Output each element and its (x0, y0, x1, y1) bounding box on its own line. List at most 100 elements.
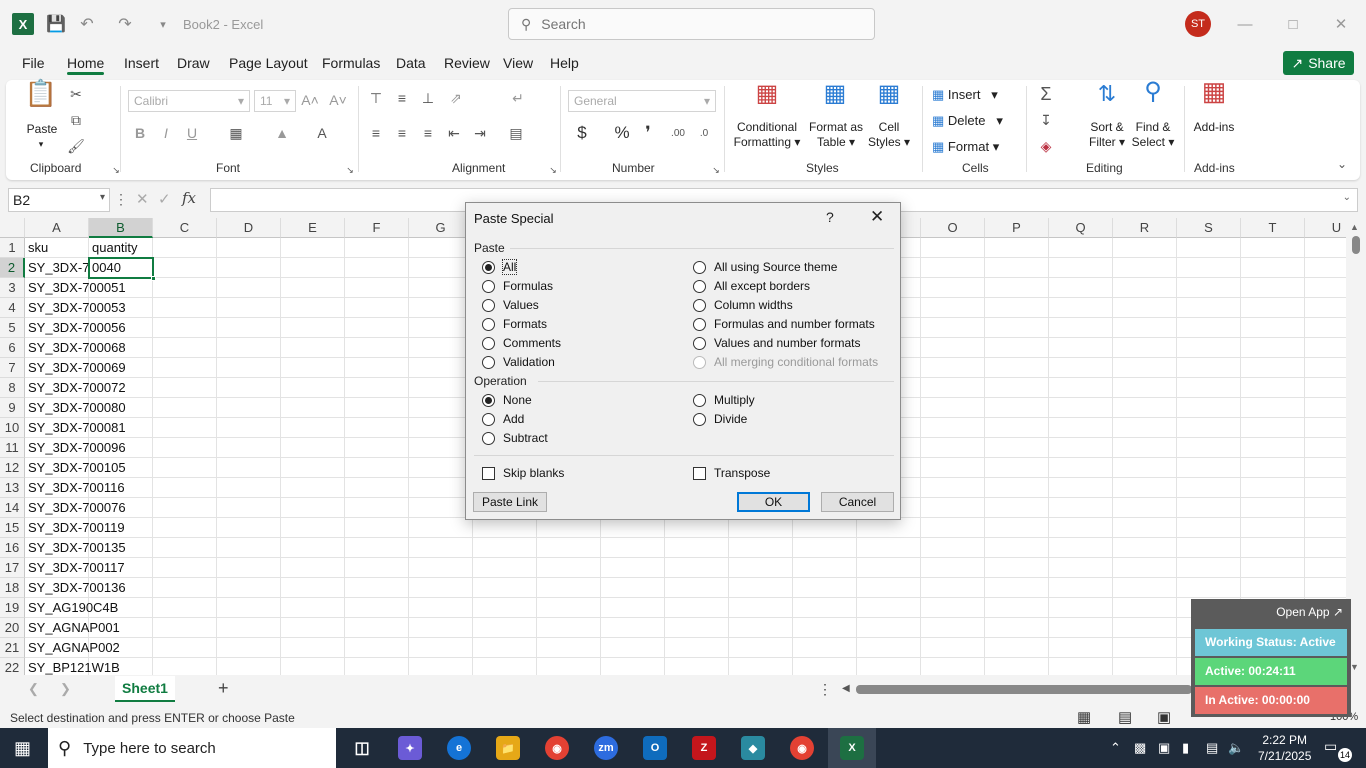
excel-taskbar-icon[interactable]: X (840, 736, 864, 760)
column-header-e[interactable]: E (281, 218, 345, 238)
decrease-indent-icon[interactable]: ⇤ (444, 123, 464, 143)
row-header[interactable]: 18 (0, 578, 25, 598)
cell-a5[interactable]: SY_3DX-700056 (25, 318, 126, 338)
select-all-corner[interactable] (0, 218, 25, 238)
cell-a13[interactable]: SY_3DX-700116 (25, 478, 125, 498)
format-as-table-button[interactable]: Format as Table ▾ (806, 120, 866, 150)
radio-validation[interactable]: Validation (482, 355, 555, 369)
radio-formulas[interactable]: Formulas (482, 279, 553, 293)
font-color-icon[interactable]: A (312, 123, 332, 143)
decrease-decimal-icon[interactable]: .0 (694, 123, 714, 143)
column-header-t[interactable]: T (1241, 218, 1305, 238)
copilot-icon[interactable]: ✦ (398, 736, 422, 760)
row-header[interactable]: 17 (0, 558, 25, 578)
sheet-tab-sheet1[interactable]: Sheet1 (115, 676, 175, 702)
middle-align-icon[interactable]: ≡ (392, 88, 412, 108)
tab-draw[interactable]: Draw (177, 55, 210, 71)
cell-a16[interactable]: SY_3DX-700135 (25, 538, 126, 558)
redo-icon[interactable]: ↷ (114, 13, 136, 35)
row-header[interactable]: 16 (0, 538, 25, 558)
number-launcher-icon[interactable]: ↘ (706, 160, 726, 180)
row-header[interactable]: 19 (0, 598, 25, 618)
row-header[interactable]: 14 (0, 498, 25, 518)
taskbar-search[interactable]: ⚲ Type here to search (48, 728, 336, 768)
radio-column-widths[interactable]: Column widths (693, 298, 793, 312)
app-icon[interactable]: ◆ (741, 736, 765, 760)
clipboard-launcher-icon[interactable]: ↘ (106, 160, 126, 180)
row-header[interactable]: 10 (0, 418, 25, 438)
radio-values-and-number-formats[interactable]: Values and number formats (693, 336, 861, 350)
open-app-link[interactable]: Open App ↗ (1276, 605, 1343, 619)
tab-home[interactable]: Home (67, 55, 104, 71)
chrome-profile-icon[interactable]: ◉ (790, 736, 814, 760)
customize-qat-icon[interactable]: ▾ (152, 13, 174, 35)
format-cells-button[interactable]: ▦ Format ▾ (932, 139, 999, 154)
cell-a18[interactable]: SY_3DX-700136 (25, 578, 126, 598)
font-name-select[interactable]: Calibri ▾ (128, 90, 250, 112)
cell-a7[interactable]: SY_3DX-700069 (25, 358, 126, 378)
windows-start-icon[interactable]: ▦ (14, 738, 31, 759)
cell-a3[interactable]: SY_3DX-700051 (25, 278, 126, 298)
row-header[interactable]: 3 (0, 278, 25, 298)
cancel-button[interactable]: Cancel (821, 492, 894, 512)
radio-all-except-borders[interactable]: All except borders (693, 279, 810, 293)
column-header-p[interactable]: P (985, 218, 1049, 238)
tab-options-icon[interactable]: ⋮ (818, 681, 832, 698)
expand-formula-icon[interactable]: ⌄ (1343, 192, 1351, 203)
horizontal-scroll-thumb[interactable] (856, 685, 1192, 694)
row-header[interactable]: 11 (0, 438, 25, 458)
tray-overflow-icon[interactable]: ⌃ (1110, 740, 1121, 756)
addins-button[interactable]: Add-ins (1188, 120, 1240, 135)
radio-formulas-and-number-formats[interactable]: Formulas and number formats (693, 317, 875, 331)
cell-a19[interactable]: SY_AG190C4B (25, 598, 118, 618)
radio-multiply[interactable]: Multiply (693, 393, 755, 407)
tab-data[interactable]: Data (396, 55, 426, 71)
vertical-scroll-thumb[interactable] (1352, 236, 1360, 254)
outlook-icon[interactable]: O (643, 736, 667, 760)
row-header[interactable]: 7 (0, 358, 25, 378)
scroll-up-icon[interactable]: ▲ (1350, 222, 1359, 232)
cell-a14[interactable]: SY_3DX-700076 (25, 498, 126, 518)
tab-view[interactable]: View (503, 55, 533, 71)
undo-icon[interactable]: ↶ (76, 13, 98, 35)
number-format-select[interactable]: General ▾ (568, 90, 716, 112)
page-layout-view-icon[interactable]: ▤ (1118, 708, 1132, 726)
fill-handle[interactable] (151, 276, 156, 281)
paste-icon[interactable]: 📋 (24, 80, 58, 122)
formula-bar-options-icon[interactable]: ⋮ (114, 191, 128, 208)
radio-all-using-source-theme[interactable]: All using Source theme (693, 260, 837, 274)
transpose-checkbox[interactable]: Transpose (693, 466, 770, 480)
scroll-left-icon[interactable]: ◀ (842, 683, 850, 694)
radio-none[interactable]: None (482, 393, 532, 407)
column-header-c[interactable]: C (153, 218, 217, 238)
column-header-f[interactable]: F (345, 218, 409, 238)
align-right-icon[interactable]: ≡ (418, 123, 438, 143)
row-header[interactable]: 2 (0, 258, 25, 278)
cell-a20[interactable]: SY_AGNAP001 (25, 618, 120, 638)
paste-button[interactable]: Paste (20, 122, 64, 137)
row-header[interactable]: 13 (0, 478, 25, 498)
cell-a11[interactable]: SY_3DX-700096 (25, 438, 126, 458)
currency-icon[interactable]: $ (572, 123, 592, 143)
help-icon[interactable]: ? (826, 209, 834, 225)
cell-a12[interactable]: SY_3DX-700105 (25, 458, 126, 478)
percent-icon[interactable]: % (612, 123, 632, 143)
prev-sheet-icon[interactable]: ❮ (28, 681, 39, 697)
chrome-icon[interactable]: ◉ (545, 736, 569, 760)
close-icon[interactable]: ✕ (1326, 12, 1356, 36)
format-painter-icon[interactable]: 🖌 (66, 136, 86, 156)
find-select-button[interactable]: Find & Select ▾ (1128, 120, 1178, 150)
row-header[interactable]: 6 (0, 338, 25, 358)
row-header[interactable]: 5 (0, 318, 25, 338)
tab-insert[interactable]: Insert (124, 55, 159, 71)
skip-blanks-checkbox[interactable]: Skip blanks (482, 466, 564, 480)
radio-divide[interactable]: Divide (693, 412, 747, 426)
top-align-icon[interactable]: ⊤ (366, 88, 386, 108)
tray-app-icon[interactable]: ▣ (1158, 740, 1170, 756)
bottom-align-icon[interactable]: ⊥ (418, 88, 438, 108)
increase-decimal-icon[interactable]: .00 (668, 123, 688, 143)
task-view-icon[interactable]: ◫ (350, 736, 374, 760)
tab-help[interactable]: Help (550, 55, 579, 71)
cell-a1[interactable]: sku (25, 238, 48, 258)
volume-icon[interactable]: 🔈 (1228, 740, 1244, 756)
